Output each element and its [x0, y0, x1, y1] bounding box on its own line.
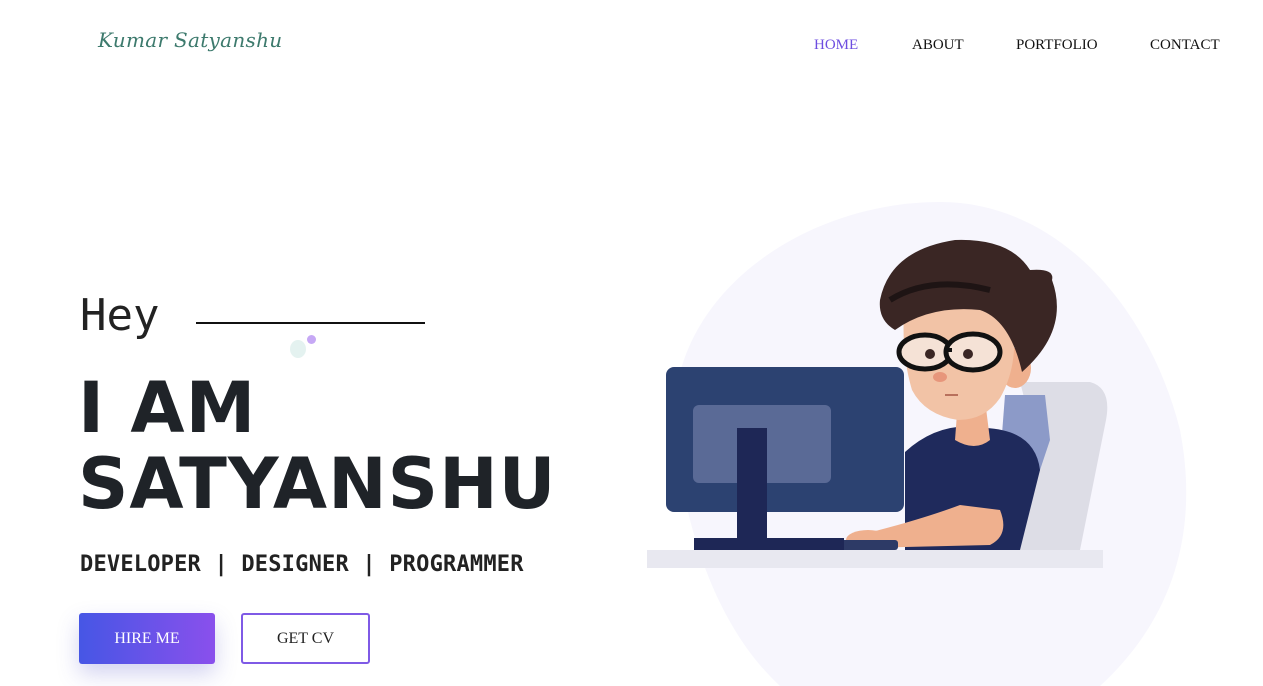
- person-nose: [933, 372, 947, 382]
- nav-contact[interactable]: CONTACT: [1150, 37, 1220, 54]
- monitor-screen: [666, 367, 904, 512]
- main-nav: HOME ABOUT PORTFOLIO CONTACT: [0, 37, 1263, 57]
- nav-about[interactable]: ABOUT: [912, 37, 964, 54]
- person-neck: [955, 400, 990, 446]
- person-hair: [879, 239, 1057, 372]
- eye-right: [963, 349, 973, 359]
- desk: [647, 550, 1103, 568]
- person-hand: [846, 530, 890, 550]
- greeting-underline: [196, 322, 425, 324]
- monitor-base: [694, 538, 844, 550]
- chair-back: [1005, 382, 1108, 550]
- glasses-left: [896, 332, 954, 372]
- monitor-panel: [693, 405, 831, 483]
- eye-left: [925, 349, 935, 359]
- roles-subtitle: DEVELOPER | DESIGNER | PROGRAMMER: [80, 552, 524, 577]
- hero-headline: I AM SATYANSHU: [78, 370, 557, 522]
- headline-line-1: I AM: [78, 367, 257, 449]
- hair-highlight: [888, 281, 991, 303]
- nav-portfolio[interactable]: PORTFOLIO: [1016, 37, 1098, 54]
- glasses-right: [943, 331, 1003, 373]
- developer-illustration: [647, 202, 1187, 686]
- background-blob: [673, 202, 1187, 686]
- chair-side: [995, 395, 1050, 530]
- nav-home[interactable]: HOME: [814, 37, 858, 54]
- keyboard: [838, 540, 898, 550]
- person-ear: [999, 348, 1031, 388]
- headline-line-2: SATYANSHU: [78, 443, 557, 525]
- person-torso: [905, 426, 1040, 550]
- person-face: [903, 293, 1015, 420]
- greeting-text: Hey: [80, 290, 160, 341]
- decor-dot: [307, 335, 316, 344]
- monitor-stand: [737, 428, 767, 540]
- get-cv-button[interactable]: GET CV: [241, 613, 370, 664]
- hire-me-button[interactable]: HIRE ME: [79, 613, 215, 664]
- decor-dot: [290, 340, 306, 358]
- person-arm: [860, 505, 1004, 548]
